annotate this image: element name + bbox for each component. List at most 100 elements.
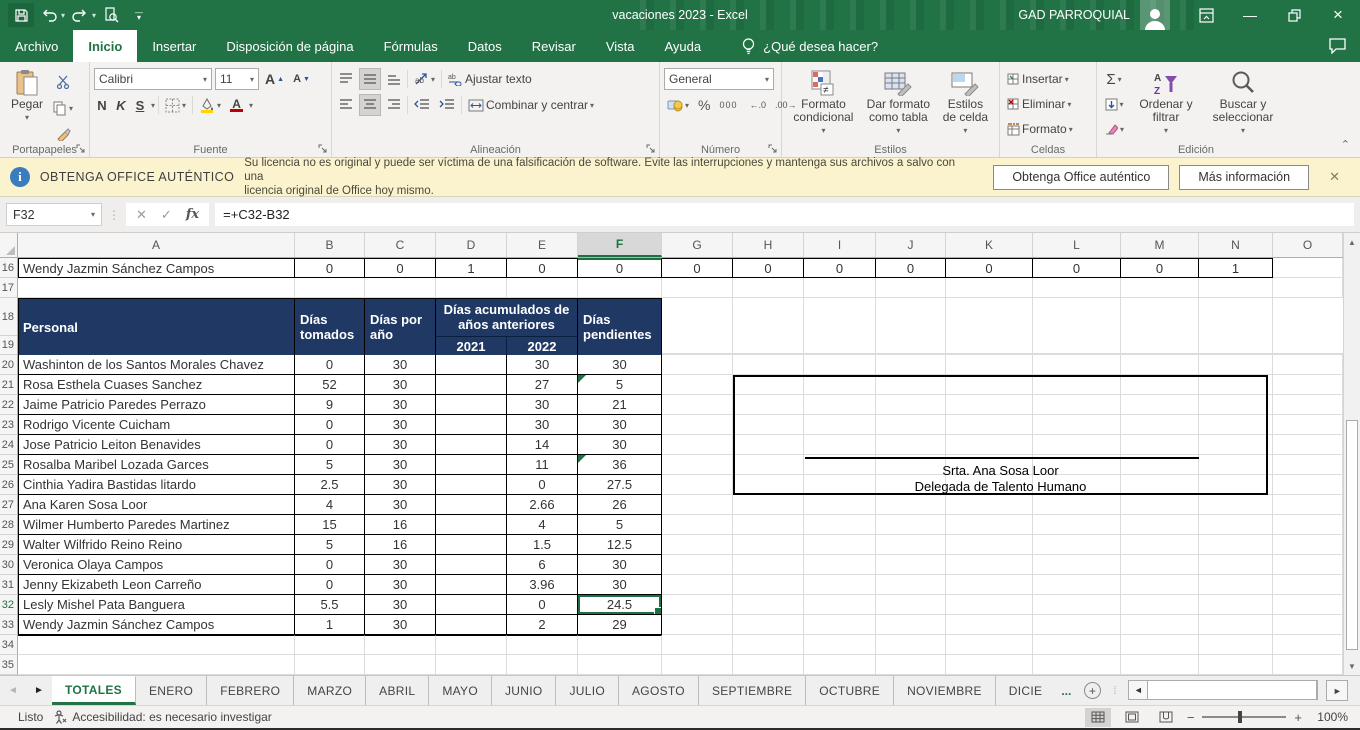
cell-h16[interactable]: 0 — [733, 258, 804, 278]
cell-2021[interactable] — [436, 615, 507, 635]
cell-o[interactable] — [1273, 495, 1343, 515]
cell-g[interactable] — [662, 375, 733, 395]
cell-personal[interactable]: Wilmer Humberto Paredes Martinez — [18, 515, 295, 535]
cell-m[interactable] — [1121, 575, 1199, 595]
number-dialog-launcher-icon[interactable] — [768, 144, 779, 155]
cell-b16[interactable]: 0 — [295, 258, 365, 278]
row-header[interactable]: 20 — [0, 355, 18, 375]
clipboard-dialog-launcher-icon[interactable] — [76, 144, 87, 155]
cell-dias-por-ano[interactable]: 30 — [365, 615, 436, 635]
cell-2022[interactable]: 11 — [507, 455, 578, 475]
cell-dias-tomados[interactable]: 9 — [295, 395, 365, 415]
cell-f17[interactable] — [578, 278, 662, 298]
cell-n[interactable] — [1199, 555, 1273, 575]
merge-center-button[interactable]: Combinar y centrar ▾ — [465, 94, 597, 116]
cell-dias-tomados[interactable]: 0 — [295, 435, 365, 455]
zoom-slider-thumb[interactable] — [1238, 711, 1242, 723]
undo-icon[interactable] — [36, 3, 62, 27]
cell-i[interactable] — [804, 355, 876, 375]
cell-dias-por-ano[interactable]: 30 — [365, 495, 436, 515]
cell-2022[interactable]: 6 — [507, 555, 578, 575]
row-header[interactable]: 32 — [0, 595, 18, 615]
cell-2022[interactable]: 30 — [507, 355, 578, 375]
tab-datos[interactable]: Datos — [453, 30, 517, 62]
font-color-dropdown-icon[interactable]: ▾ — [249, 101, 253, 110]
cell-dias-pendientes[interactable]: 30 — [578, 575, 662, 595]
cell-i[interactable] — [804, 495, 876, 515]
tell-me-search[interactable]: ¿Qué desea hacer? — [742, 30, 878, 62]
cell-l18[interactable] — [1033, 298, 1121, 354]
cell-l[interactable] — [1033, 515, 1121, 535]
cell-l16[interactable]: 0 — [1033, 258, 1121, 278]
row-header[interactable]: 21 — [0, 375, 18, 395]
cell-dias-por-ano[interactable]: 30 — [365, 355, 436, 375]
cell-o[interactable] — [1273, 555, 1343, 575]
cell-2021[interactable] — [436, 375, 507, 395]
cell-personal[interactable]: Wendy Jazmin Sánchez Campos — [18, 615, 295, 635]
cell-n16[interactable]: 1 — [1199, 258, 1273, 278]
cell-g[interactable] — [662, 495, 733, 515]
cell-h[interactable] — [733, 595, 804, 615]
cell-k[interactable] — [946, 555, 1033, 575]
cell-k34[interactable] — [946, 635, 1033, 655]
cell-personal[interactable]: Veronica Olaya Campos — [18, 555, 295, 575]
cell-b17[interactable] — [295, 278, 365, 298]
cell-dias-pendientes[interactable]: 5 — [578, 375, 662, 395]
column-header-d[interactable]: D — [436, 233, 507, 257]
cell-m[interactable] — [1121, 495, 1199, 515]
cell-b35[interactable] — [295, 655, 365, 675]
cell-dias-tomados[interactable]: 5.5 — [295, 595, 365, 615]
tab-inicio[interactable]: Inicio — [73, 30, 137, 62]
new-sheet-button[interactable]: + — [1077, 676, 1107, 705]
cell-k[interactable] — [946, 595, 1033, 615]
number-format-select[interactable]: General▾ — [664, 68, 774, 90]
cell-d16[interactable]: 1 — [436, 258, 507, 278]
cell-e34[interactable] — [507, 635, 578, 655]
align-bottom-icon[interactable] — [384, 68, 404, 90]
column-header-o[interactable]: O — [1273, 233, 1343, 257]
header-dias-por-ano[interactable]: Días por año — [365, 298, 436, 355]
cell-o[interactable] — [1273, 355, 1343, 375]
cell-c17[interactable] — [365, 278, 436, 298]
cell-n[interactable] — [1199, 515, 1273, 535]
cell-k[interactable] — [946, 535, 1033, 555]
cell-m18[interactable] — [1121, 298, 1199, 354]
cell-n[interactable] — [1199, 615, 1273, 635]
increase-decimal-icon[interactable]: ←.0 — [747, 94, 770, 116]
cell-l[interactable] — [1033, 355, 1121, 375]
cell-a35[interactable] — [18, 655, 295, 675]
cell-h18[interactable] — [733, 298, 804, 354]
format-painter-icon[interactable] — [50, 123, 76, 145]
cell-i35[interactable] — [804, 655, 876, 675]
row-header[interactable]: 31 — [0, 575, 18, 595]
accounting-format-icon[interactable]: ▾ — [664, 94, 692, 116]
cell-2022[interactable]: 3.96 — [507, 575, 578, 595]
row-header-18[interactable]: 18 — [0, 298, 17, 336]
redo-dropdown-icon[interactable]: ▾ — [92, 11, 96, 20]
font-name-select[interactable]: Calibri▾ — [94, 68, 212, 90]
tab-disposicion[interactable]: Disposición de página — [211, 30, 368, 62]
close-button[interactable]: × — [1316, 0, 1360, 30]
cell-2021[interactable] — [436, 355, 507, 375]
align-right-icon[interactable] — [384, 94, 404, 116]
cell-2021[interactable] — [436, 535, 507, 555]
cell-o[interactable] — [1273, 395, 1343, 415]
cell-dias-tomados[interactable]: 5 — [295, 535, 365, 555]
cell-l[interactable] — [1033, 555, 1121, 575]
cell-m35[interactable] — [1121, 655, 1199, 675]
cell-dias-tomados[interactable]: 0 — [295, 555, 365, 575]
formula-input[interactable]: =+C32-B32 — [215, 203, 1354, 226]
cell-2021[interactable] — [436, 575, 507, 595]
cell-k18[interactable] — [946, 298, 1033, 354]
column-header-l[interactable]: L — [1033, 233, 1121, 257]
cell-n18[interactable] — [1199, 298, 1273, 354]
cell-a17[interactable] — [18, 278, 295, 298]
sheet-tab-abril[interactable]: ABRIL — [366, 676, 429, 705]
cell-h34[interactable] — [733, 635, 804, 655]
header-dias-tomados[interactable]: Días tomados — [295, 298, 365, 355]
cell-i[interactable] — [804, 615, 876, 635]
column-header-c[interactable]: C — [365, 233, 436, 257]
italic-button[interactable]: K — [113, 94, 129, 116]
comments-icon[interactable] — [1329, 30, 1346, 62]
cell-j[interactable] — [876, 535, 946, 555]
